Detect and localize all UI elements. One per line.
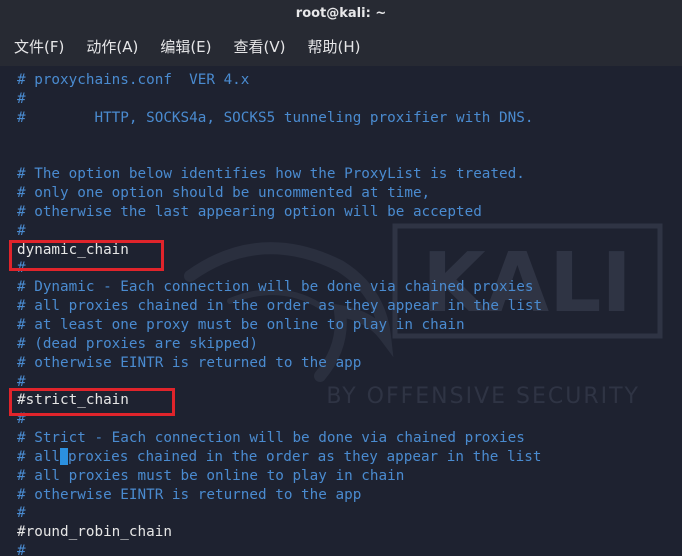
comment-line: # The option below identifies how the Pr… bbox=[17, 166, 525, 183]
menu-view[interactable]: 查看(V) bbox=[234, 36, 286, 57]
comment-line: # bbox=[17, 543, 26, 556]
comment-line: # (dead proxies are skipped) bbox=[17, 335, 259, 352]
comment-line: # Dynamic - Each connection will be done… bbox=[17, 279, 534, 296]
comment-line: # all proxies chained in the order as the… bbox=[17, 448, 542, 467]
menu-edit[interactable]: 编辑(E) bbox=[160, 36, 211, 57]
comment-line: # bbox=[17, 373, 26, 390]
comment-line: # bbox=[17, 260, 26, 277]
config-setting-line: #round_robin_chain bbox=[17, 524, 172, 541]
comment-line bbox=[17, 146, 542, 165]
menu-bar: 文件(F) 动作(A) 编辑(E) 查看(V) 帮助(H) bbox=[0, 26, 682, 66]
terminal-text: # proxychains.conf VER 4.x # # HTTP, SOCKS… bbox=[17, 71, 542, 556]
window-title: root@kali: ~ bbox=[295, 5, 387, 21]
comment-line: # otherwise the last appearing option wi… bbox=[17, 203, 482, 220]
comment-line: # proxychains.conf VER 4.x bbox=[17, 72, 250, 88]
comment-line: # HTTP, SOCKS4a, SOCKS5 tunneling proxif… bbox=[17, 109, 534, 126]
window-titlebar[interactable]: root@kali: ~ bbox=[0, 0, 682, 26]
comment-line: # otherwise EINTR is returned to the app bbox=[17, 486, 362, 503]
comment-line: # bbox=[17, 505, 26, 522]
menu-action[interactable]: 动作(A) bbox=[86, 36, 138, 57]
menu-help[interactable]: 帮助(H) bbox=[307, 36, 360, 57]
comment-line bbox=[17, 128, 542, 147]
line-text-after-cursor: proxies chained in the order as they app… bbox=[68, 448, 542, 465]
comment-line: # only one option should be uncommented … bbox=[17, 185, 431, 202]
config-setting-line: dynamic_chain bbox=[17, 241, 129, 258]
terminal-area[interactable]: KALI BY OFFENSIVE SECURITY # proxychains… bbox=[0, 66, 682, 556]
comment-line: # all proxies chained in the order as th… bbox=[17, 298, 543, 315]
comment-line: # otherwise EINTR is returned to the app bbox=[17, 354, 362, 371]
comment-line: # bbox=[17, 90, 26, 107]
comment-line: # at least one proxy must be online to p… bbox=[17, 316, 465, 333]
config-setting-line: #strict_chain bbox=[17, 392, 129, 409]
menu-file[interactable]: 文件(F) bbox=[14, 36, 64, 57]
line-text-before-cursor: # all bbox=[17, 448, 61, 465]
comment-line: # all proxies must be online to play in … bbox=[17, 467, 405, 484]
comment-line: # Strict - Each connection will be done … bbox=[17, 430, 525, 447]
comment-line: # bbox=[17, 411, 26, 428]
comment-line: # bbox=[17, 222, 26, 239]
text-cursor bbox=[60, 448, 69, 466]
